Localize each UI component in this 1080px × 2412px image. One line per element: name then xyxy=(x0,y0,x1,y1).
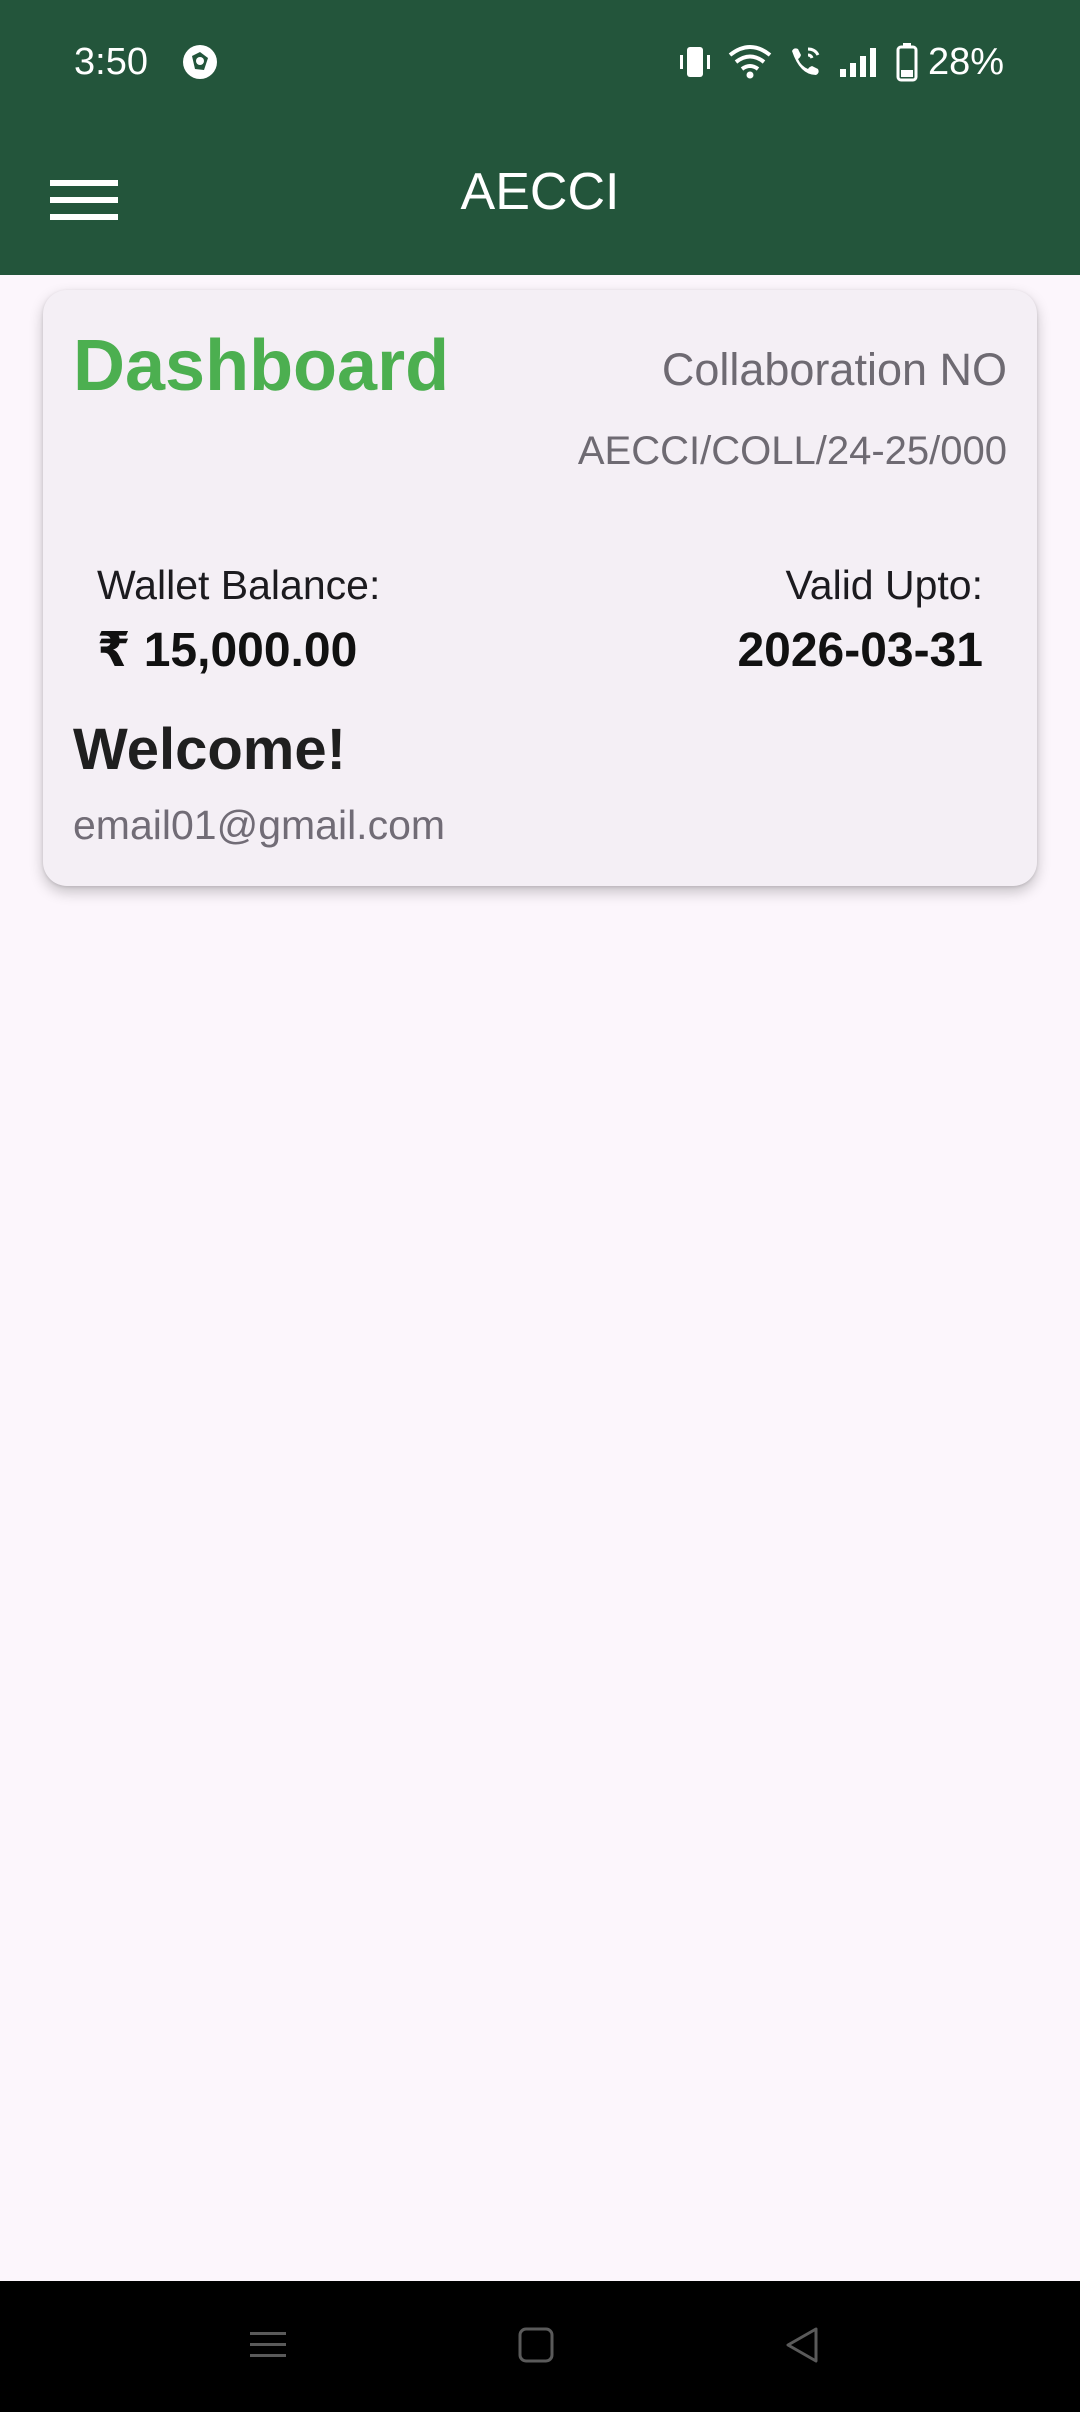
wallet-balance-value: ₹ 15,000.00 xyxy=(97,624,358,677)
back-button[interactable] xyxy=(757,2307,847,2387)
status-bar: 3:50 28% xyxy=(0,0,1080,124)
valid-upto-label: Valid Upto: xyxy=(785,562,983,608)
wifi-icon xyxy=(728,43,772,81)
signal-icon xyxy=(838,43,882,81)
menu-button[interactable] xyxy=(38,156,130,248)
status-time: 3:50 xyxy=(74,41,148,83)
dashboard-title: Dashboard xyxy=(73,326,450,406)
app-bar: AECCI xyxy=(0,124,1080,275)
wallet-balance-label: Wallet Balance: xyxy=(97,562,381,608)
recent-apps-icon xyxy=(248,2325,288,2370)
vibrate-icon xyxy=(676,43,714,81)
status-icons: 28% xyxy=(676,38,1004,86)
home-button[interactable] xyxy=(491,2307,581,2387)
battery-icon xyxy=(896,42,918,82)
back-icon xyxy=(782,2325,822,2370)
app-title: AECCI xyxy=(460,163,620,221)
battery-percent: 28% xyxy=(927,41,1004,83)
collaboration-label: Collaboration NO xyxy=(661,344,1007,395)
collaboration-number: AECCI/COLL/24-25/000 xyxy=(577,429,1007,473)
dashboard-card: Dashboard Collaboration NO AECCI/COLL/24… xyxy=(43,290,1037,886)
valid-upto-value: 2026-03-31 xyxy=(737,624,983,677)
menu-icon xyxy=(50,176,118,229)
home-icon xyxy=(516,2325,556,2370)
recent-apps-button[interactable] xyxy=(223,2307,313,2387)
welcome-heading: Welcome! xyxy=(73,717,346,782)
user-email: email01@gmail.com xyxy=(73,802,446,848)
system-nav-bar xyxy=(0,2281,1080,2412)
wifi-call-icon xyxy=(786,43,824,81)
app-notification-icon xyxy=(180,42,220,82)
